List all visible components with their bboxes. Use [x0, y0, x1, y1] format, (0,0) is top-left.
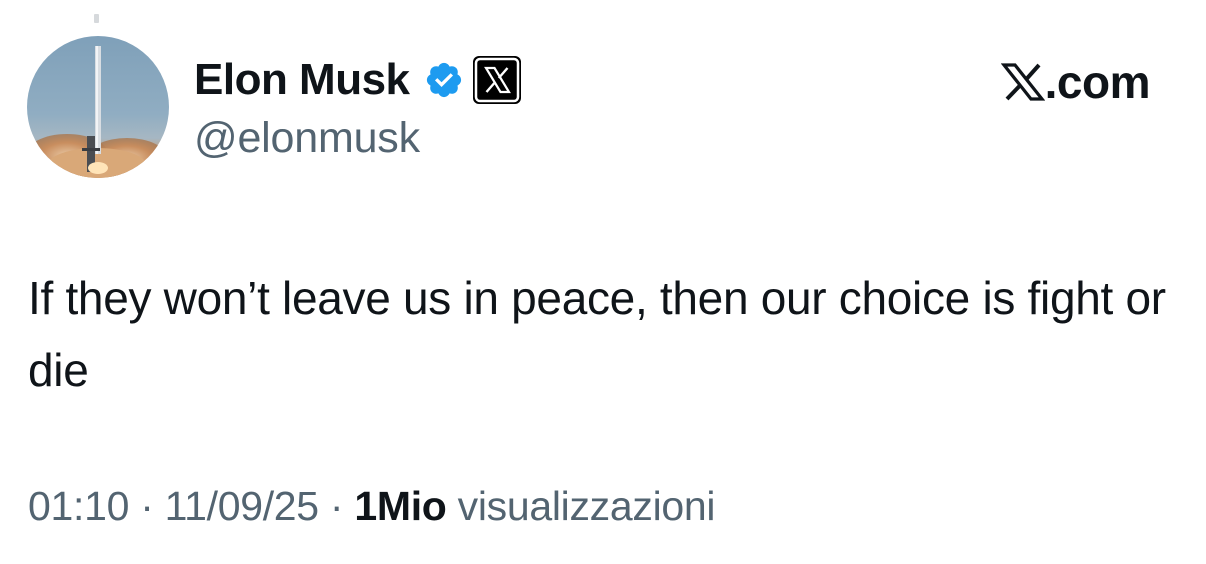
rocket-launch-avatar-icon — [27, 46, 167, 178]
author-name-row: Elon Musk — [194, 54, 522, 106]
views-label: visualizzazioni — [446, 483, 716, 529]
x-logo-icon — [1000, 60, 1045, 104]
tweet-body-text: If they won’t leave us in peace, then ou… — [28, 272, 1166, 396]
verified-badge-icon[interactable] — [424, 60, 464, 100]
tweet-meta: 01:10 · 11/09/25 · 1Mio visualizzazioni — [28, 480, 716, 532]
x-affiliation-badge-icon[interactable] — [472, 55, 522, 105]
meta-separator: · — [318, 483, 355, 529]
author-handle[interactable]: @elonmusk — [194, 112, 420, 164]
top-marker — [94, 14, 99, 23]
avatar[interactable] — [27, 36, 169, 178]
tweet-card: Elon Musk @elonmusk .com If they won’t l… — [0, 0, 1206, 564]
meta-separator: · — [129, 483, 165, 529]
views-count[interactable]: 1Mio — [354, 483, 447, 529]
brand-domain-label: .com — [1044, 56, 1151, 108]
tweet-date[interactable]: 11/09/25 — [165, 483, 319, 529]
author-display-name[interactable]: Elon Musk — [194, 54, 410, 106]
tweet-time[interactable]: 01:10 — [28, 483, 129, 529]
brand-watermark: .com — [1000, 56, 1151, 108]
